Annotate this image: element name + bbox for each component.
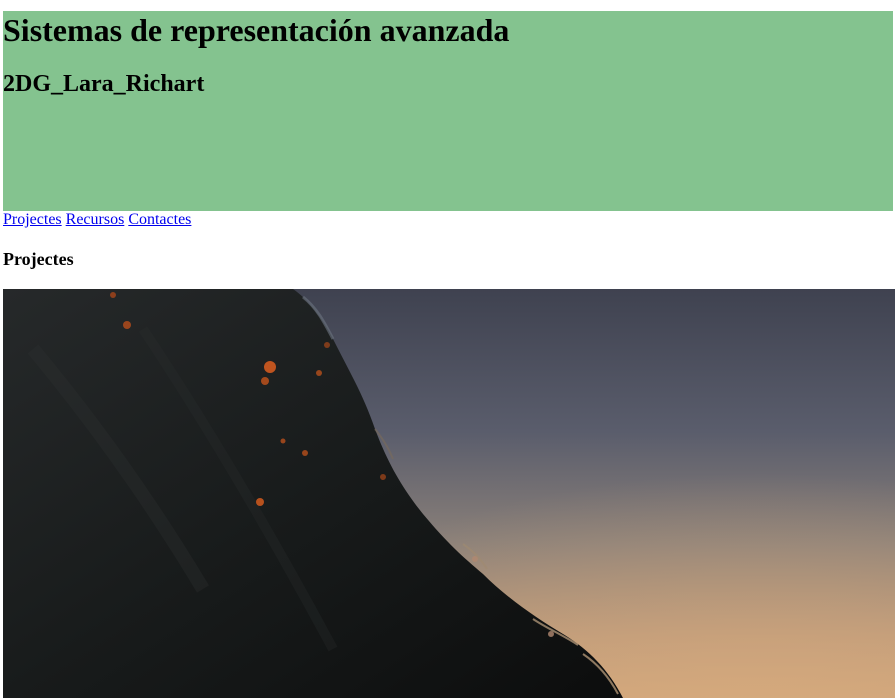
site-subtitle: 2DG_Lara_Richart xyxy=(3,71,205,97)
site-title: Sistemas de representación avanzada xyxy=(3,12,510,48)
section-heading-projectes: Projectes xyxy=(3,249,74,269)
hero-image-wave xyxy=(3,289,895,698)
header-banner: Sistemas de representación avanzada 2DG_… xyxy=(3,11,893,211)
page: Sistemas de representación avanzada 2DG_… xyxy=(0,0,895,698)
nav-link-recursos[interactable]: Recursos xyxy=(66,211,125,228)
wave-photo-illustration xyxy=(3,289,895,698)
nav-link-projectes[interactable]: Projectes xyxy=(3,211,62,228)
nav-link-contactes[interactable]: Contactes xyxy=(128,211,191,228)
main-nav: Projectes Recursos Contactes xyxy=(3,210,191,230)
